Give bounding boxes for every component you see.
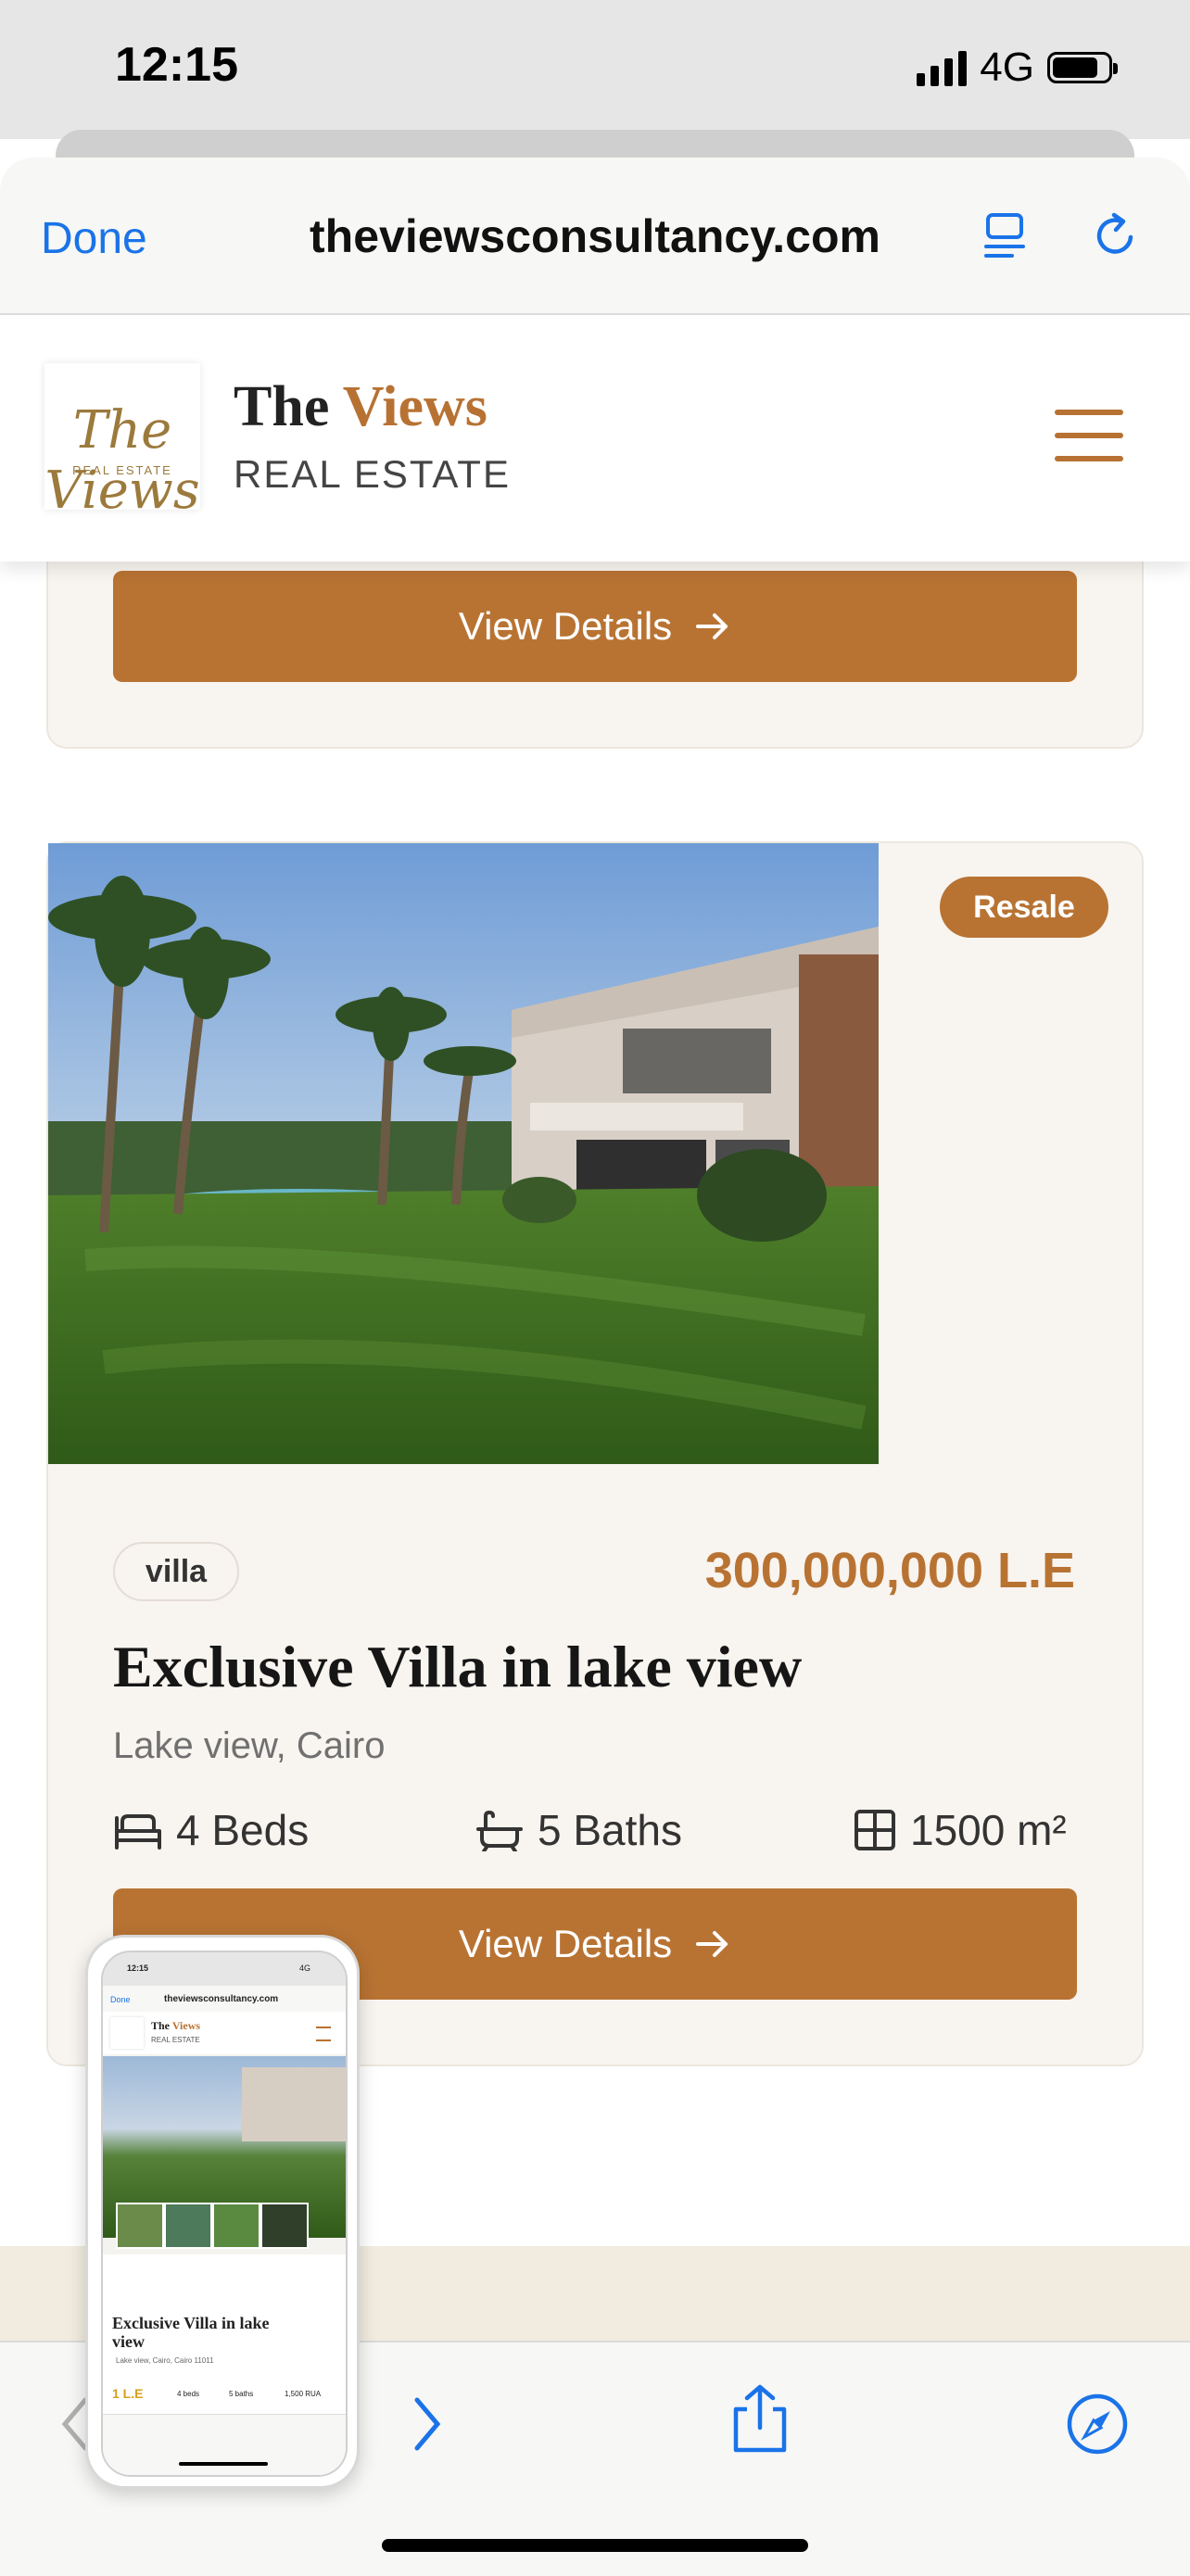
thumb-done: Done <box>110 1995 131 2004</box>
thumb-area: 1,500 RUA <box>285 2390 322 2398</box>
share-icon[interactable] <box>728 2383 791 2456</box>
button-label: View Details <box>458 1922 673 1965</box>
status-time: 12:15 <box>115 38 238 92</box>
browser-top-bar: Done theviewsconsultancy.com <box>0 158 1190 315</box>
listing-status-badge: Resale <box>940 877 1108 938</box>
battery-icon <box>1047 52 1118 83</box>
bed-icon <box>115 1814 161 1850</box>
brand-word-2: Views <box>342 375 487 438</box>
beds-label: 4 Beds <box>176 1806 310 1854</box>
listing-photo[interactable] <box>48 843 879 1464</box>
thumb-title: Exclusive Villa in lake view <box>112 2314 270 2351</box>
thumb-brand: The Views <box>151 2019 201 2032</box>
button-label: View Details <box>458 604 673 648</box>
thumb-network: 4G <box>299 1964 311 1973</box>
listing-price: 300,000,000 L.E <box>704 1543 1075 1598</box>
bath-icon <box>476 1810 523 1851</box>
home-indicator <box>382 2539 808 2552</box>
baths-label: 5 Baths <box>538 1806 682 1854</box>
thumb-location: Lake view, Cairo, Cairo 11011 <box>116 2356 214 2365</box>
brand-name[interactable]: The Views <box>234 374 487 440</box>
reader-icon[interactable] <box>982 211 1027 259</box>
network-label: 4G <box>980 44 1034 90</box>
thumbnail-screen: 12:15 4G Done theviewsconsultancy.com Th… <box>101 1951 348 2477</box>
arrow-right-icon <box>696 613 728 639</box>
view-details-button-previous[interactable]: View Details <box>113 571 1077 682</box>
property-type-chip: villa <box>113 1542 239 1601</box>
thumb-baths: 5 baths <box>229 2390 254 2398</box>
area-label: 1500 m² <box>910 1806 1067 1854</box>
forward-icon[interactable] <box>408 2394 445 2454</box>
thumb-time: 12:15 <box>127 1964 149 1973</box>
cellular-signal-icon <box>917 49 968 86</box>
compass-icon[interactable] <box>1064 2391 1131 2457</box>
villa-photo-image <box>48 843 879 1464</box>
thumb-price: 1 L.E <box>112 2386 144 2401</box>
beds-feature: 4 Beds <box>113 1805 309 1855</box>
listing-location: Lake view, Cairo <box>113 1725 386 1766</box>
logo-subtitle: REAL ESTATE <box>72 463 172 477</box>
listing-title[interactable]: Exclusive Villa in lake view <box>113 1633 802 1701</box>
baths-feature: 5 Baths <box>475 1805 682 1855</box>
site-header: The Views REAL ESTATE The Views REAL EST… <box>0 315 1190 562</box>
arrow-right-icon <box>696 1931 728 1957</box>
area-icon <box>855 1810 895 1850</box>
site-logo[interactable]: The Views REAL ESTATE <box>44 363 200 521</box>
logo-script: The Views <box>44 400 200 521</box>
menu-icon[interactable] <box>1055 410 1123 461</box>
thumb-brand-sub: REAL ESTATE <box>151 2036 200 2044</box>
thumb-url: theviewsconsultancy.com <box>164 1994 279 2004</box>
status-indicators: 4G <box>917 44 1118 91</box>
brand-subtitle: REAL ESTATE <box>234 452 511 496</box>
area-feature: 1500 m² <box>853 1805 1067 1855</box>
reload-icon[interactable] <box>1090 209 1142 261</box>
page-preview-thumbnail[interactable]: 12:15 4G Done theviewsconsultancy.com Th… <box>85 1935 360 2489</box>
thumb-beds: 4 beds <box>177 2390 200 2398</box>
brand-word-1: The <box>234 375 330 438</box>
